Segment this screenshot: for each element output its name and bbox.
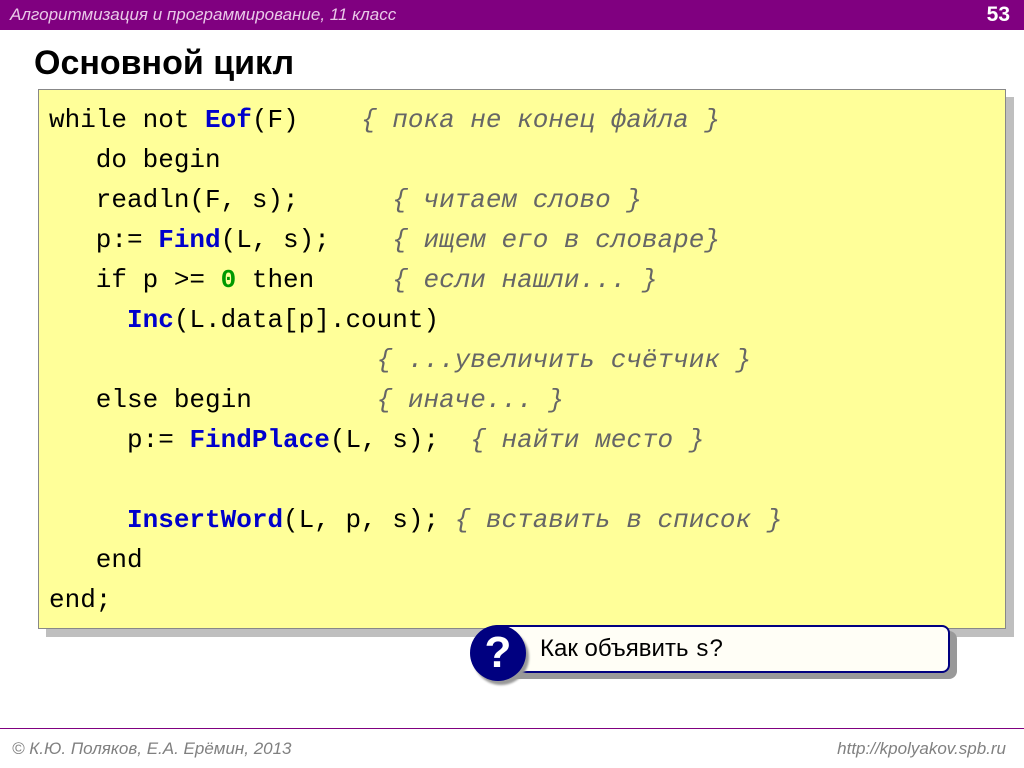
- comment: { иначе... }: [377, 385, 564, 415]
- code-text: [49, 505, 127, 535]
- comment: { найти место }: [470, 425, 704, 455]
- callout: ? Как объявить s?: [490, 622, 976, 684]
- code-text: end;: [49, 585, 111, 615]
- comment: { ...увеличить счётчик }: [377, 345, 751, 375]
- header-subject: Алгоритмизация и программирование, 11 кл…: [10, 5, 396, 25]
- code-text: (F): [252, 105, 361, 135]
- code-text: end: [49, 545, 143, 575]
- comment: { ищем его в словаре}: [392, 225, 720, 255]
- fn-eof: Eof: [205, 105, 252, 135]
- code-text: p:=: [49, 225, 158, 255]
- question-icon: ?: [470, 625, 526, 681]
- code-box: while not Eof(F) { пока не конец файла }…: [38, 89, 1006, 629]
- slide: Алгоритмизация и программирование, 11 кл…: [0, 0, 1024, 768]
- page-number: 53: [987, 3, 1010, 27]
- code-text: then: [236, 265, 392, 295]
- comment: { вставить в список }: [455, 505, 783, 535]
- num-zero: 0: [221, 265, 237, 295]
- fn-findplace: FindPlace: [189, 425, 329, 455]
- code-text: (L, s);: [221, 225, 393, 255]
- code-text: else begin: [49, 385, 377, 415]
- footer-url: http://kpolyakov.spb.ru: [837, 739, 1006, 759]
- code-text: if p >=: [49, 265, 221, 295]
- blank-line: [49, 465, 65, 495]
- fn-find: Find: [158, 225, 220, 255]
- slide-title: Основной цикл: [34, 44, 1024, 83]
- code-block: while not Eof(F) { пока не конец файла }…: [38, 89, 1006, 629]
- callout-text-b: ?: [710, 635, 723, 662]
- code-text: (L, p, s);: [283, 505, 455, 535]
- fn-inc: Inc: [127, 305, 174, 335]
- footer-copyright: © К.Ю. Поляков, Е.А. Ерёмин, 2013: [12, 739, 292, 759]
- code-text: (L, s);: [330, 425, 470, 455]
- code-text: readln(F, s);: [49, 185, 392, 215]
- callout-text: Как объявить s?: [540, 635, 723, 664]
- callout-var: s: [695, 637, 709, 664]
- code-text: [49, 345, 377, 375]
- comment: { если нашли... }: [392, 265, 657, 295]
- fn-insertword: InsertWord: [127, 505, 283, 535]
- callout-box: ? Как объявить s?: [490, 625, 950, 673]
- comment: { пока не конец файла }: [361, 105, 720, 135]
- code-text: [49, 305, 127, 335]
- code-text: while not: [49, 105, 205, 135]
- footer: © К.Ю. Поляков, Е.А. Ерёмин, 2013 http:/…: [0, 728, 1024, 768]
- comment: { читаем слово }: [392, 185, 642, 215]
- code-text: (L.data[p].count): [174, 305, 439, 335]
- code-text: do begin: [49, 145, 221, 175]
- callout-text-a: Как объявить: [540, 635, 695, 662]
- header-bar: Алгоритмизация и программирование, 11 кл…: [0, 0, 1024, 30]
- code-text: p:=: [49, 425, 189, 455]
